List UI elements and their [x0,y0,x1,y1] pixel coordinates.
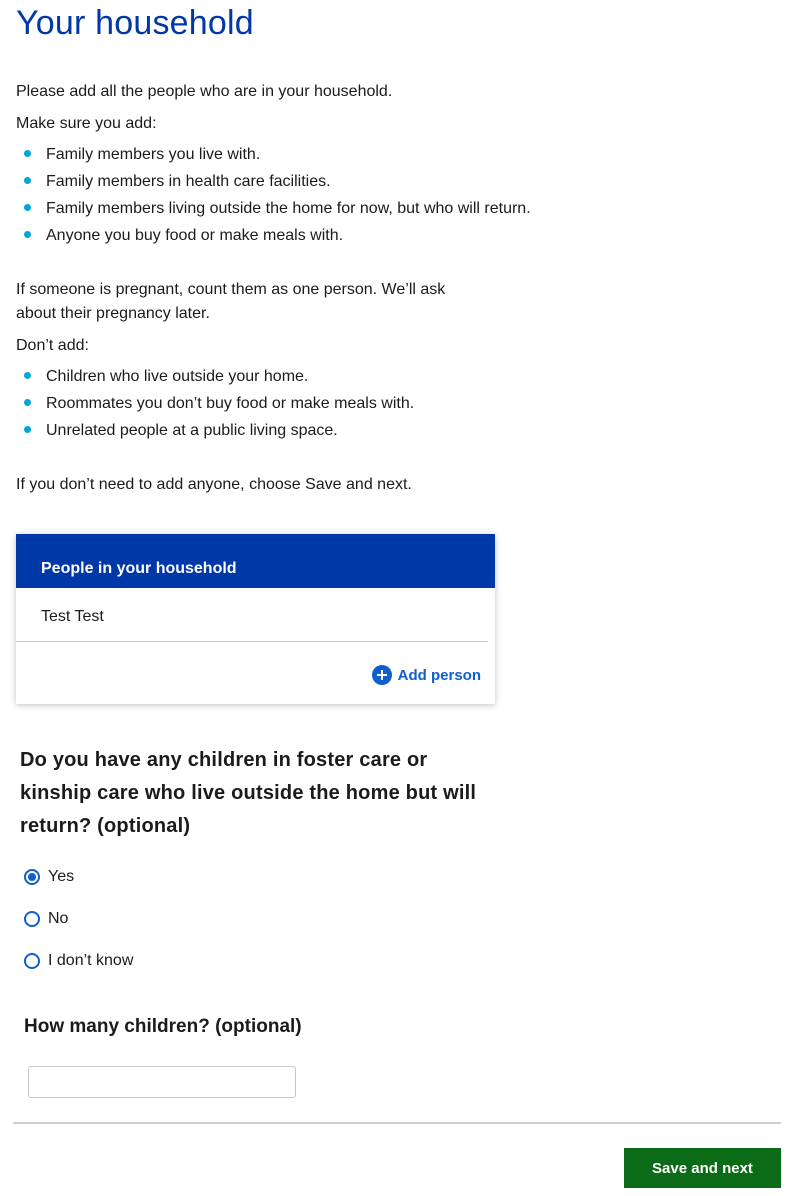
household-card: People in your household Test Test Add p… [16,534,495,704]
radio-checked-icon[interactable] [24,869,40,885]
add-person-label: Add person [397,666,481,684]
list-item: Roommates you don’t buy food or make mea… [16,390,414,417]
list-item: Unrelated people at a public living spac… [16,417,414,444]
dont-add-text: Don’t add: [16,337,89,354]
list-item: Children who live outside your home. [16,363,414,390]
pregnant-text: If someone is pregnant, count them as on… [16,281,446,322]
children-count-label: How many children? (optional) [24,1016,302,1037]
bullet-icon [24,426,31,433]
bullet-icon [24,372,31,379]
save-and-next-button[interactable]: Save and next [624,1148,781,1188]
no-add-text: If you don’t need to add anyone, choose … [16,476,412,493]
plus-circle-icon [371,665,392,685]
dont-add-list: Children who live outside your home. Roo… [16,363,414,444]
bullet-icon [24,204,31,211]
list-item: Anyone you buy food or make meals with. [16,222,531,249]
radio-unchecked-icon[interactable] [24,953,40,969]
radio-label: No [48,910,69,927]
bullet-icon [24,231,31,238]
list-item: Family members in health care facilities… [16,168,531,195]
household-card-header: People in your household [16,534,495,588]
list-item: Family members you live with. [16,141,531,168]
radio-no[interactable]: No [24,910,68,928]
radio-unchecked-icon[interactable] [24,911,40,927]
make-sure-text: Make sure you add: [16,115,157,132]
radio-yes[interactable]: Yes [24,868,74,886]
foster-care-question: Do you have any children in foster care … [20,749,477,837]
add-list: Family members you live with. Family mem… [16,141,531,249]
page-title: Your household [16,4,254,42]
intro-text: Please add all the people who are in you… [16,83,393,100]
radio-dont-know[interactable]: I don’t know [24,952,133,970]
bullet-icon [24,399,31,406]
radio-label: Yes [48,868,75,885]
radio-label: I don’t know [48,952,134,969]
bullet-icon [24,150,31,157]
household-member-row[interactable]: Test Test [16,588,488,642]
add-person-button[interactable]: Add person [371,665,481,685]
list-item: Family members living outside the home f… [16,195,531,222]
children-count-input[interactable] [28,1066,296,1098]
divider [13,1122,781,1124]
bullet-icon [24,177,31,184]
